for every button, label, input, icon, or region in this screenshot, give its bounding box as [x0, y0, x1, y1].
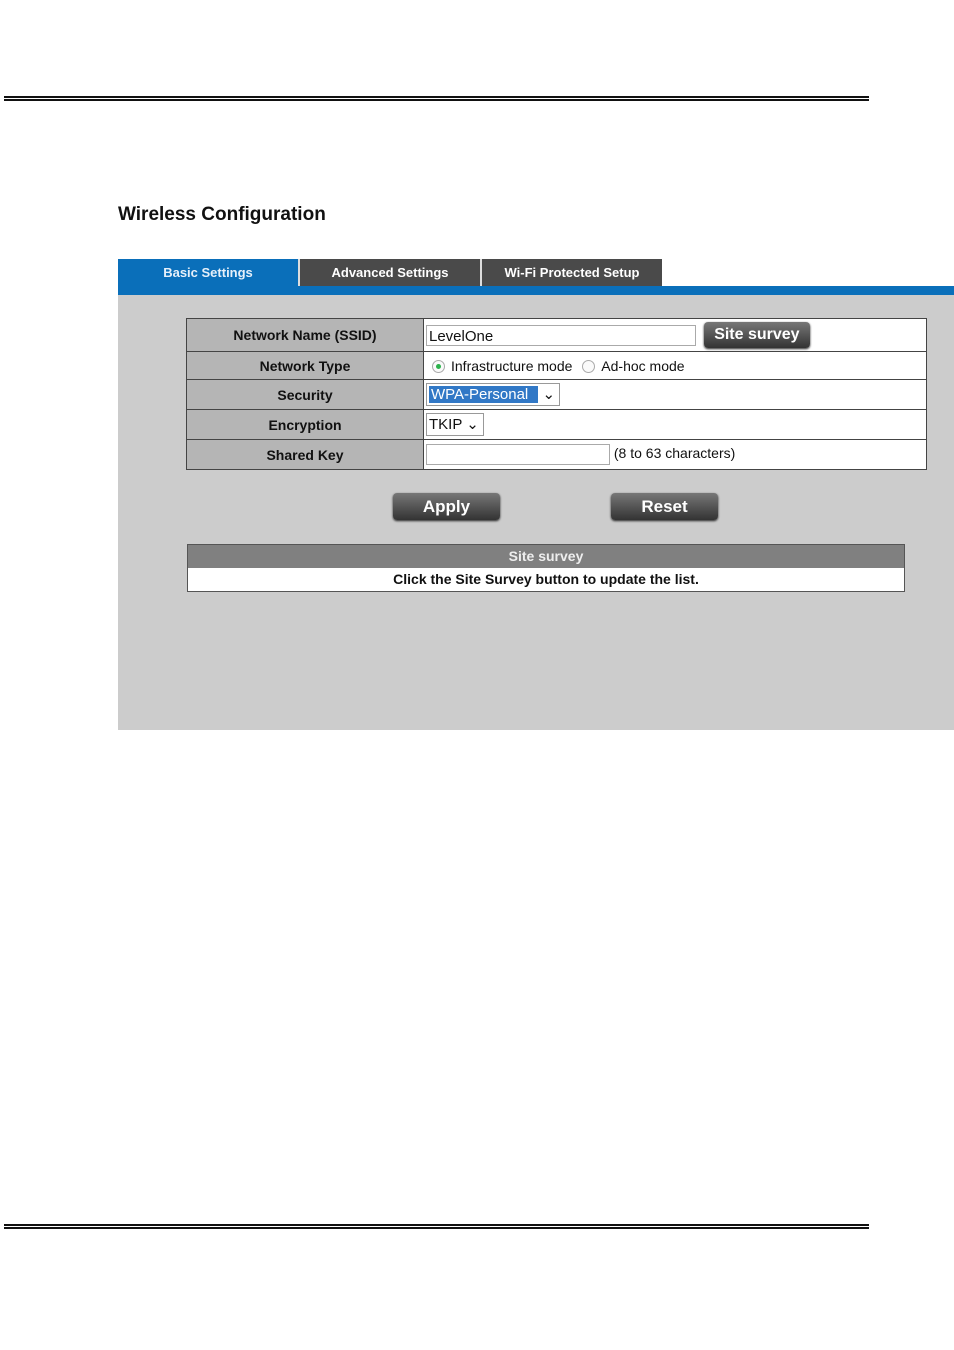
site-survey-message: Click the Site Survey button to update t…	[188, 568, 904, 591]
site-survey-header: Site survey	[188, 545, 904, 568]
ssid-label: Network Name (SSID)	[186, 318, 424, 352]
adhoc-radio[interactable]	[582, 360, 596, 374]
security-select[interactable]: WPA-Personal ⌄	[426, 383, 561, 406]
settings-form: Network Name (SSID) LevelOne Site survey…	[186, 318, 927, 470]
tab-underline	[118, 286, 954, 295]
tab-bar: Basic Settings Advanced Settings Wi-Fi P…	[118, 259, 662, 286]
apply-button[interactable]: Apply	[393, 493, 500, 520]
network-type-label: Network Type	[186, 351, 424, 380]
infrastructure-label: Infrastructure mode	[451, 357, 573, 374]
encryption-select[interactable]: TKIP ⌄	[426, 413, 484, 436]
shared-key-input[interactable]	[426, 444, 610, 465]
manual-page: Wireless Configuration Basic Settings Ad…	[0, 0, 954, 1350]
ssid-input[interactable]: LevelOne	[426, 324, 696, 346]
shared-key-hint: (8 to 63 characters)	[613, 445, 736, 462]
site-survey-table: Site survey Click the Site Survey button…	[187, 544, 905, 592]
security-value: WPA-Personal	[429, 386, 539, 403]
encryption-label: Encryption	[186, 409, 424, 440]
header-rule	[4, 96, 869, 101]
security-label: Security	[186, 379, 424, 410]
tab-basic-settings[interactable]: Basic Settings	[118, 259, 300, 286]
reset-button[interactable]: Reset	[611, 493, 718, 520]
page-title: Wireless Configuration	[118, 204, 326, 225]
footer-rule	[4, 1224, 869, 1229]
infrastructure-radio[interactable]	[432, 360, 445, 374]
shared-key-label: Shared Key	[186, 439, 424, 470]
tab-wps[interactable]: Wi-Fi Protected Setup	[482, 259, 662, 286]
encryption-value: TKIP	[429, 416, 463, 433]
site-survey-button[interactable]: Site survey	[703, 322, 810, 348]
chevron-down-icon: ⌄	[542, 386, 556, 403]
tab-advanced-settings[interactable]: Advanced Settings	[300, 259, 482, 286]
adhoc-label: Ad-hoc mode	[601, 357, 685, 374]
chevron-down-icon: ⌄	[466, 416, 479, 433]
